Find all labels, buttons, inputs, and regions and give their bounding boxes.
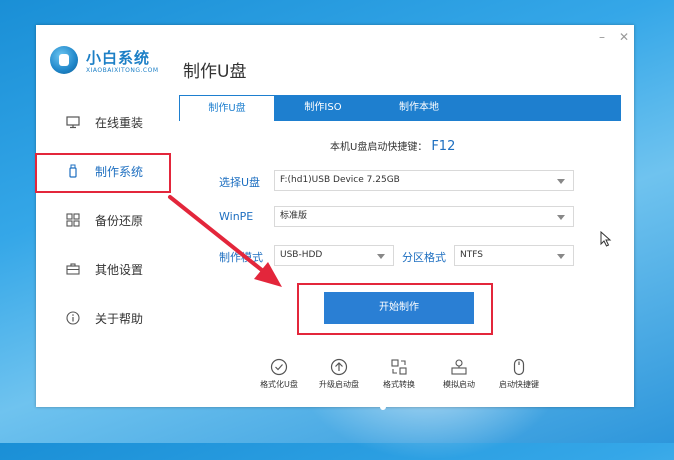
desktop-dot xyxy=(380,404,386,410)
mouse-cursor-icon xyxy=(600,231,612,247)
annotation-arrow-icon xyxy=(168,195,282,287)
